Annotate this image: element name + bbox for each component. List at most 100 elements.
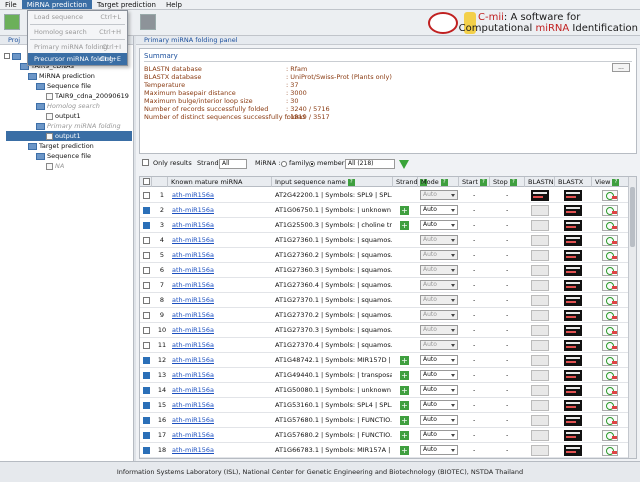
mode-select[interactable]: Auto bbox=[420, 278, 458, 293]
mode-select[interactable]: Auto bbox=[420, 263, 458, 278]
table-row[interactable]: 1 ath-miR156a AT2G42200.1 | Symbols: SPL9 … bbox=[140, 188, 636, 203]
table-scrollbar[interactable] bbox=[628, 177, 636, 458]
blastn-result[interactable] bbox=[531, 368, 549, 383]
mirna-link[interactable]: ath-miR156a bbox=[172, 413, 214, 428]
blastx-result[interactable] bbox=[564, 443, 582, 458]
mirna-link[interactable]: ath-miR156a bbox=[172, 278, 214, 293]
view-structure-button[interactable] bbox=[602, 338, 618, 353]
table-row[interactable]: 5 ath-miR156a AT1G27360.2 | Symbols: | squ… bbox=[140, 248, 636, 263]
blastx-result[interactable] bbox=[564, 458, 582, 459]
tree-node-sequence-file[interactable]: Sequence file bbox=[36, 81, 91, 91]
table-row[interactable]: 12 ath-miR156a AT1G48742.1 | Symbols: MIR1… bbox=[140, 353, 636, 368]
blastx-result[interactable] bbox=[564, 188, 582, 203]
blastn-result[interactable] bbox=[531, 203, 549, 218]
row-checkbox[interactable] bbox=[143, 248, 150, 263]
col-input-sequence[interactable]: Input sequence name? bbox=[272, 177, 393, 187]
row-checkbox[interactable] bbox=[143, 233, 150, 248]
menu-target-prediction[interactable]: Target prediction bbox=[92, 0, 161, 9]
row-checkbox[interactable] bbox=[143, 458, 150, 459]
table-row[interactable]: 6 ath-miR156a AT1G27360.3 | Symbols: | squ… bbox=[140, 263, 636, 278]
view-structure-button[interactable] bbox=[602, 443, 618, 458]
col-known-mirna[interactable]: Known mature miRNA bbox=[168, 177, 272, 187]
blastx-result[interactable] bbox=[564, 263, 582, 278]
tree-node-homolog-search[interactable]: Homolog search bbox=[36, 101, 100, 111]
menu-item-homolog-search[interactable]: Homolog search Ctrl+H bbox=[28, 26, 127, 38]
blastn-result[interactable] bbox=[531, 413, 549, 428]
blastx-result[interactable] bbox=[564, 218, 582, 233]
new-project-icon[interactable] bbox=[4, 14, 20, 30]
tree-node-target-prediction[interactable]: Target prediction bbox=[28, 141, 94, 151]
view-structure-button[interactable] bbox=[602, 368, 618, 383]
blastn-result[interactable] bbox=[531, 218, 549, 233]
mode-select[interactable]: Auto bbox=[420, 368, 458, 383]
view-structure-button[interactable] bbox=[602, 458, 618, 459]
table-row[interactable]: 19 ath-miR156a AT1G66795.1 | Symbols: MIR1… bbox=[140, 458, 637, 459]
mirna-link[interactable]: ath-miR156a bbox=[172, 323, 214, 338]
view-structure-button[interactable] bbox=[602, 248, 618, 263]
help-icon[interactable]: ? bbox=[612, 178, 620, 186]
member-radio[interactable] bbox=[309, 161, 315, 167]
mode-select[interactable]: Auto bbox=[420, 308, 458, 323]
row-checkbox[interactable] bbox=[143, 443, 150, 458]
col-stop[interactable]: Stop? bbox=[490, 177, 525, 187]
row-checkbox[interactable] bbox=[143, 413, 150, 428]
view-structure-button[interactable] bbox=[602, 398, 618, 413]
table-row[interactable]: 10 ath-miR156a AT1G27370.3 | Symbols: | sq… bbox=[140, 323, 636, 338]
mirna-link[interactable]: ath-miR156a bbox=[172, 218, 214, 233]
mode-select[interactable]: Auto bbox=[420, 233, 458, 248]
mode-select[interactable]: Auto bbox=[420, 323, 458, 338]
table-row[interactable]: 3 ath-miR156a AT1G25500.3 | Symbols: | cho… bbox=[140, 218, 636, 233]
summary-expand-button[interactable]: ... bbox=[612, 63, 630, 72]
menu-item-precursor-mirna-folding[interactable]: Precursor miRNA folding Ctrl+E bbox=[28, 53, 127, 65]
filter-icon[interactable] bbox=[399, 160, 409, 169]
tree-node-mirna-prediction[interactable]: MiRNA prediction bbox=[28, 71, 95, 81]
tree-node-homolog-output1[interactable]: output1 bbox=[46, 111, 81, 121]
scrollbar-thumb[interactable] bbox=[630, 187, 635, 247]
col-strand[interactable]: Strand? bbox=[393, 177, 427, 187]
mode-select[interactable]: Auto bbox=[420, 203, 458, 218]
mode-select[interactable]: Auto bbox=[420, 383, 458, 398]
view-structure-button[interactable] bbox=[602, 203, 618, 218]
blastn-result[interactable] bbox=[531, 383, 549, 398]
menu-file[interactable]: File bbox=[0, 0, 22, 9]
mode-select[interactable]: Auto bbox=[420, 218, 458, 233]
mirna-link[interactable]: ath-miR156a bbox=[172, 458, 214, 459]
mirna-link[interactable]: ath-miR156a bbox=[172, 308, 214, 323]
row-checkbox[interactable] bbox=[143, 293, 150, 308]
mirna-link[interactable]: ath-miR156a bbox=[172, 368, 214, 383]
row-checkbox[interactable] bbox=[143, 263, 150, 278]
blastx-result[interactable] bbox=[564, 323, 582, 338]
blastn-result[interactable] bbox=[531, 398, 549, 413]
blastx-result[interactable] bbox=[564, 353, 582, 368]
table-row[interactable]: 8 ath-miR156a AT1G27370.1 | Symbols: | squ… bbox=[140, 293, 636, 308]
blastn-result[interactable] bbox=[531, 323, 549, 338]
blastx-result[interactable] bbox=[564, 338, 582, 353]
blastn-result[interactable] bbox=[531, 338, 549, 353]
blastx-result[interactable] bbox=[564, 248, 582, 263]
col-mode[interactable]: Mode? bbox=[418, 177, 459, 187]
table-row[interactable]: 4 ath-miR156a AT1G27360.1 | Symbols: | squ… bbox=[140, 233, 636, 248]
view-structure-button[interactable] bbox=[602, 293, 618, 308]
tree-node-primary-mirna-folding[interactable]: Primary miRNA folding bbox=[36, 121, 121, 131]
mode-select[interactable]: Auto bbox=[420, 293, 458, 308]
select-all-checkbox[interactable] bbox=[140, 177, 152, 187]
col-blastn[interactable]: BLASTN bbox=[525, 177, 555, 187]
row-checkbox[interactable] bbox=[143, 188, 150, 203]
strand-select[interactable]: All bbox=[219, 159, 247, 169]
row-checkbox[interactable] bbox=[143, 323, 150, 338]
mirna-link[interactable]: ath-miR156a bbox=[172, 338, 214, 353]
blastx-result[interactable] bbox=[564, 233, 582, 248]
table-row[interactable]: 13 ath-miR156a AT1G49440.1 | Symbols: | tr… bbox=[140, 368, 636, 383]
view-structure-button[interactable] bbox=[602, 413, 618, 428]
mirna-link[interactable]: ath-miR156a bbox=[172, 383, 214, 398]
row-checkbox[interactable] bbox=[143, 368, 150, 383]
mirna-link[interactable]: ath-miR156a bbox=[172, 293, 214, 308]
row-checkbox[interactable] bbox=[143, 428, 150, 443]
row-checkbox[interactable] bbox=[143, 353, 150, 368]
col-blastx[interactable]: BLASTX bbox=[555, 177, 592, 187]
menu-item-load-sequence[interactable]: Load sequence Ctrl+L bbox=[28, 11, 127, 23]
save-icon[interactable] bbox=[140, 14, 156, 30]
mode-select[interactable]: Auto bbox=[420, 398, 458, 413]
col-view[interactable]: View? bbox=[592, 177, 630, 187]
blastn-result[interactable] bbox=[531, 308, 549, 323]
